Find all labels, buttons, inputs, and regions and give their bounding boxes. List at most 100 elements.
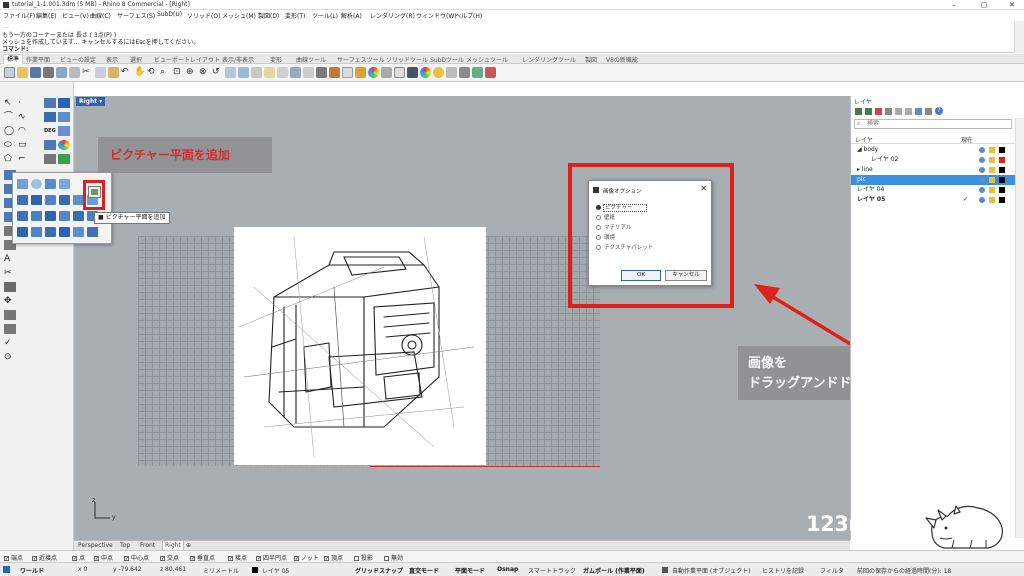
- move-down-icon[interactable]: [905, 108, 912, 115]
- option-texture-palette[interactable]: テクスチャパレット: [596, 243, 653, 251]
- surface-tool-icon[interactable]: [59, 227, 70, 237]
- menu-window[interactable]: ウィンドウ(W): [416, 11, 457, 20]
- status-history[interactable]: ヒストリを記録: [762, 566, 804, 575]
- osnap-checkbox[interactable]: ✓ 近接点: [32, 553, 57, 562]
- sidebar-tool-icon[interactable]: [44, 154, 56, 164]
- lock-icon[interactable]: [989, 167, 995, 173]
- surface-tool-icon[interactable]: [73, 227, 84, 237]
- zoom-extents-icon[interactable]: ⊕: [186, 67, 197, 78]
- status-osnap[interactable]: Osnap: [497, 566, 518, 573]
- command-prompt[interactable]: コマンド:: [2, 44, 28, 53]
- help-icon[interactable]: ?: [935, 107, 943, 115]
- undo-view-icon[interactable]: ↺: [212, 67, 223, 78]
- menu-render[interactable]: レンダリング(R): [370, 11, 415, 20]
- layer-color-swatch[interactable]: [999, 167, 1005, 173]
- light-icon[interactable]: [381, 67, 392, 78]
- polygon-icon[interactable]: ⬠: [4, 154, 16, 164]
- sidebar-tool-icon[interactable]: [58, 112, 70, 122]
- osnap-checkbox[interactable]: ✓ 中心点: [124, 553, 149, 562]
- show-icon[interactable]: [290, 67, 301, 78]
- tab-transform[interactable]: 変形: [270, 55, 282, 64]
- menu-tools[interactable]: ツール(L): [312, 11, 338, 20]
- undo-icon[interactable]: ↶: [121, 67, 132, 78]
- tab-display[interactable]: 表示: [106, 55, 118, 64]
- surface-tool-icon[interactable]: [31, 227, 42, 237]
- layer-row[interactable]: ◢ body: [851, 145, 1015, 155]
- minimize-button[interactable]: –: [944, 0, 964, 10]
- layer-menu-icon[interactable]: [925, 108, 932, 115]
- fillet-icon[interactable]: ⌐: [18, 154, 30, 164]
- new-layer-icon[interactable]: [855, 108, 862, 115]
- surface-tool-icon[interactable]: [59, 211, 70, 221]
- surface-tool-icon[interactable]: [17, 195, 28, 205]
- osnap-checkbox[interactable]: ✓ 四半円点: [256, 553, 287, 562]
- move-up-icon[interactable]: [895, 108, 902, 115]
- sidebar-tool-icon[interactable]: [58, 154, 70, 164]
- option-material[interactable]: マテリアル: [596, 223, 631, 231]
- toolbox-icon[interactable]: [459, 67, 470, 78]
- lock-icon[interactable]: [303, 67, 314, 78]
- surface-tool-icon[interactable]: [31, 179, 42, 189]
- paste-icon[interactable]: [108, 67, 119, 78]
- render-sidebar-icon[interactable]: [44, 98, 56, 108]
- dimension-icon[interactable]: [4, 324, 16, 334]
- ground-plane-icon[interactable]: [407, 67, 418, 78]
- tab-set-view[interactable]: ビューの設定: [60, 55, 96, 64]
- tab-cplanes[interactable]: 作業平面: [26, 55, 50, 64]
- close-button[interactable]: ✕: [1002, 0, 1022, 10]
- point-icon[interactable]: ·: [18, 98, 30, 108]
- tab-surface-tools[interactable]: サーフェスツール: [337, 55, 385, 64]
- surface-tool-icon[interactable]: [87, 227, 98, 237]
- new-sublayer-icon[interactable]: [865, 108, 872, 115]
- tab-v8-new[interactable]: V8の新機能: [606, 55, 638, 64]
- material-icon[interactable]: [368, 67, 379, 78]
- zoom-selected-icon[interactable]: ⊗: [199, 67, 210, 78]
- picture-plane-sketch[interactable]: [234, 227, 486, 465]
- osnap-checkbox[interactable]: ✓ ノット: [294, 553, 319, 562]
- sidebar-tool-icon[interactable]: [44, 140, 56, 150]
- layer-row[interactable]: レイヤ 05 ✓: [851, 195, 1015, 205]
- osnap-checkbox[interactable]: 無効: [384, 553, 403, 562]
- lock-icon[interactable]: [989, 197, 995, 203]
- layer-settings-icon[interactable]: [885, 108, 892, 115]
- layer-search-input[interactable]: 検索: [854, 119, 1012, 129]
- option-picture[interactable]: ピクチャー: [596, 203, 648, 212]
- visibility-bulb-icon[interactable]: [979, 177, 985, 183]
- menu-help[interactable]: ヘルプ(H): [455, 11, 482, 20]
- visibility-bulb-icon[interactable]: [979, 167, 985, 173]
- four-view-icon[interactable]: [225, 67, 236, 78]
- select-arrow-icon[interactable]: ↖: [4, 98, 16, 108]
- sun-icon[interactable]: [433, 67, 444, 78]
- layer-color-swatch[interactable]: [999, 187, 1005, 193]
- tab-viewport-layout[interactable]: ビューポートレイアウト: [154, 55, 220, 64]
- new-file-icon[interactable]: [4, 67, 15, 78]
- option-environment[interactable]: 環境: [596, 233, 615, 241]
- boolean-icon[interactable]: [4, 282, 16, 292]
- trim-icon[interactable]: ✂: [4, 268, 16, 278]
- dialog-close-button[interactable]: ✕: [700, 184, 707, 193]
- menu-transform[interactable]: 変形(T): [285, 11, 305, 20]
- tab-select[interactable]: 選択: [130, 55, 142, 64]
- surface-tool-icon[interactable]: [17, 227, 28, 237]
- lock-icon[interactable]: [989, 157, 995, 163]
- sidebar-tool-icon[interactable]: [58, 126, 70, 136]
- column-layer[interactable]: レイヤ: [855, 135, 873, 144]
- select-icon[interactable]: [264, 67, 275, 78]
- menu-analyze[interactable]: 解析(A): [341, 11, 362, 20]
- array-icon[interactable]: [4, 310, 16, 320]
- analyze-icon[interactable]: ⊙: [4, 352, 16, 362]
- visibility-bulb-icon[interactable]: [979, 147, 985, 153]
- surface-tool-icon[interactable]: [31, 211, 42, 221]
- command-scrollbar[interactable]: [1014, 21, 1024, 53]
- color-wheel-icon[interactable]: [420, 67, 431, 78]
- status-cplane[interactable]: ワールド: [20, 566, 44, 575]
- lock-icon[interactable]: [989, 177, 995, 183]
- sidebar-tool-icon[interactable]: [44, 112, 56, 122]
- osnap-checkbox[interactable]: ✓ 頂点: [324, 553, 343, 562]
- help-icon[interactable]: [485, 67, 496, 78]
- menu-solid[interactable]: ソリッド(O): [187, 11, 220, 20]
- visibility-bulb-icon[interactable]: [979, 157, 985, 163]
- osnap-checkbox[interactable]: 投影: [354, 553, 373, 562]
- layer-row[interactable]: pic: [851, 175, 1015, 185]
- menu-curve[interactable]: 曲線(C): [90, 11, 111, 20]
